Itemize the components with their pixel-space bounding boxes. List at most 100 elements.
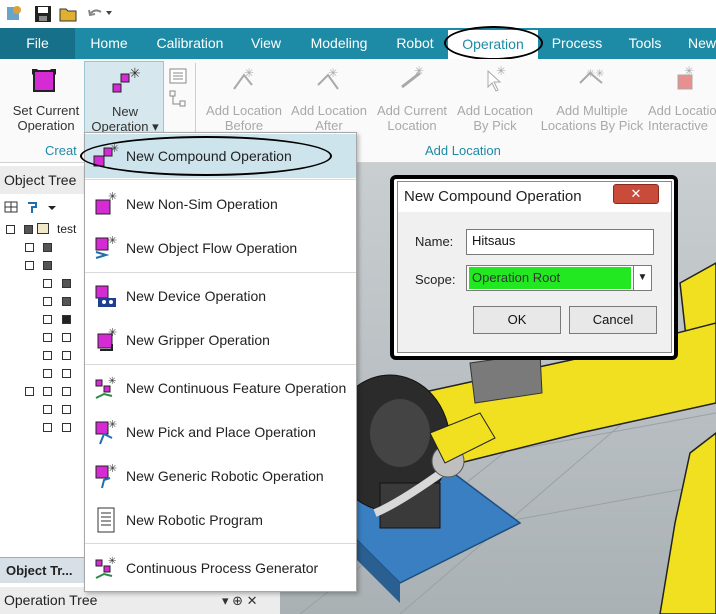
add-current-location-button[interactable]: Add Current Location <box>370 103 454 133</box>
menu-item-new-continuous-feature-operation[interactable]: ✳ New Continuous Feature Operation <box>85 366 356 410</box>
tab-tools[interactable]: Tools <box>620 28 670 59</box>
menu-item-label: New Gripper Operation <box>126 332 270 348</box>
name-field[interactable]: Hitsaus <box>466 229 654 255</box>
object-tree-bottom-tab[interactable]: Object Tr... <box>0 557 84 583</box>
add-multiple-locations-by-pick-button[interactable]: Add Multiple Locations By Pick <box>536 103 648 133</box>
tree-row[interactable] <box>0 257 84 275</box>
new-operation-button[interactable]: ✳ New Operation ▾ <box>84 61 164 137</box>
tree-row[interactable] <box>0 401 84 419</box>
tab-robot[interactable]: Robot <box>388 28 442 59</box>
menu-separator <box>85 272 356 273</box>
menu-item-new-pick-and-place-operation[interactable]: ✳ New Pick and Place Operation <box>85 410 356 454</box>
menu-item-label: New Continuous Feature Operation <box>126 380 347 396</box>
menu-item-label: New Generic Robotic Operation <box>126 468 324 484</box>
menu-item-label: New Robotic Program <box>126 512 263 528</box>
tree-row[interactable] <box>0 383 84 401</box>
scope-label: Scope: <box>415 272 456 287</box>
menu-item-new-robotic-program[interactable]: New Robotic Program <box>85 498 356 542</box>
svg-text:✳: ✳ <box>108 419 117 431</box>
svg-text:✳: ✳ <box>108 463 117 475</box>
tree-row[interactable] <box>0 365 84 383</box>
tab-home[interactable]: Home <box>80 28 138 59</box>
svg-text:✳: ✳ <box>684 65 694 78</box>
menu-bar: File Home Calibration View Modeling Robo… <box>0 28 716 59</box>
tree-row[interactable] <box>0 239 84 257</box>
svg-text:✳: ✳ <box>108 235 117 247</box>
dialog-titlebar: New Compound Operation ✕ <box>398 182 671 212</box>
menu-separator <box>85 364 356 365</box>
operation-tab-highlight-oval <box>444 26 543 60</box>
cancel-button[interactable]: Cancel <box>569 306 657 334</box>
menu-item-new-object-flow-operation[interactable]: ✳ New Object Flow Operation <box>85 226 356 270</box>
continuous-feature-icon: ✳ <box>95 376 116 399</box>
scope-select[interactable]: Operation Root ▼ <box>466 265 652 291</box>
robotic-program-icon <box>97 507 115 533</box>
set-current-operation-icon <box>32 69 56 92</box>
save-icon[interactable] <box>33 4 53 24</box>
add-location-after-label-1: Add Location <box>291 103 367 118</box>
add-current-location-label-2: Location <box>387 118 437 133</box>
add-multiple-locations-label-2: Locations By Pick <box>540 118 644 133</box>
generic-robotic-icon: ✳ <box>95 463 117 489</box>
svg-text:✳: ✳ <box>129 66 141 81</box>
svg-text:✳✳: ✳✳ <box>586 68 604 80</box>
tree-row[interactable] <box>0 293 84 311</box>
open-folder-icon[interactable] <box>58 4 78 24</box>
menu-item-new-generic-robotic-operation[interactable]: ✳ New Generic Robotic Operation <box>85 454 356 498</box>
tree-row[interactable] <box>0 311 84 329</box>
tab-process[interactable]: Process <box>546 28 608 59</box>
add-current-location-label-1: Add Current <box>376 103 448 118</box>
svg-text:✳: ✳ <box>108 556 116 567</box>
name-label: Name: <box>415 234 454 249</box>
dialog-title: New Compound Operation <box>404 188 582 205</box>
menu-item-label: New Device Operation <box>126 288 267 304</box>
tab-new[interactable]: New <box>682 28 716 59</box>
tree-root-item[interactable]: test <box>0 221 80 239</box>
menu-item-new-device-operation[interactable]: New Device Operation <box>85 274 356 318</box>
set-current-operation-label-1: Set Current <box>12 103 80 118</box>
add-location-by-pick-button[interactable]: Add Location By Pick <box>452 103 538 133</box>
add-current-location-icon: ✳ <box>401 65 424 89</box>
ok-button[interactable]: OK <box>473 306 561 334</box>
group-label-create: Creat <box>45 143 77 158</box>
new-operation-menu: ✳ New Compound Operation ✳ New Non-Sim O… <box>84 132 357 592</box>
svg-text:✳: ✳ <box>328 66 338 80</box>
set-current-operation-button[interactable]: Set Current Operation <box>6 103 86 133</box>
add-location-by-pick-label-1: Add Location <box>457 103 533 118</box>
compound-operation-highlight-oval <box>80 136 332 176</box>
menu-item-continuous-process-generator[interactable]: ✳ Continuous Process Generator <box>85 546 356 590</box>
menu-item-label: New Pick and Place Operation <box>126 424 316 440</box>
add-location-after-button[interactable]: Add Location After <box>286 103 372 133</box>
tree-row[interactable] <box>0 419 84 437</box>
new-operation-label-1: New <box>111 104 138 119</box>
menu-item-new-non-sim-operation[interactable]: ✳ New Non-Sim Operation <box>85 182 356 226</box>
menu-item-label: Continuous Process Generator <box>126 560 319 576</box>
app-icon[interactable] <box>4 4 24 24</box>
tab-calibration[interactable]: Calibration <box>148 28 232 59</box>
tree-row[interactable] <box>0 275 84 293</box>
add-location-before-button[interactable]: Add Location Before <box>200 103 288 133</box>
tree-root-label: test <box>57 222 77 236</box>
tree-row[interactable] <box>0 329 84 347</box>
non-sim-operation-icon: ✳ <box>95 191 117 215</box>
menu-item-new-gripper-operation[interactable]: ✳ New Gripper Operation <box>85 318 356 362</box>
add-location-interactive-button[interactable]: Add Locatio Interactive <box>648 103 716 133</box>
tree-toolbar-icons[interactable] <box>4 199 64 217</box>
list-icon[interactable] <box>168 67 188 85</box>
device-operation-icon <box>95 285 116 307</box>
tab-view[interactable]: View <box>244 28 288 59</box>
add-location-by-pick-icon: ✳ <box>487 65 506 92</box>
undo-icon[interactable] <box>86 4 114 24</box>
svg-text:✳: ✳ <box>108 327 117 339</box>
tree-structure-icon[interactable] <box>168 89 188 109</box>
continuous-process-generator-icon: ✳ <box>95 556 116 579</box>
chevron-down-icon[interactable]: ▼ <box>633 266 651 290</box>
pick-and-place-icon: ✳ <box>95 419 117 445</box>
tab-file[interactable]: File <box>0 28 75 59</box>
tree-row[interactable] <box>0 347 84 365</box>
tab-modeling[interactable]: Modeling <box>302 28 376 59</box>
add-location-interactive-icon: ✳ <box>677 65 694 90</box>
menu-separator <box>85 543 356 544</box>
set-current-operation-label-2: Operation <box>17 118 75 133</box>
close-button[interactable]: ✕ <box>613 184 659 204</box>
